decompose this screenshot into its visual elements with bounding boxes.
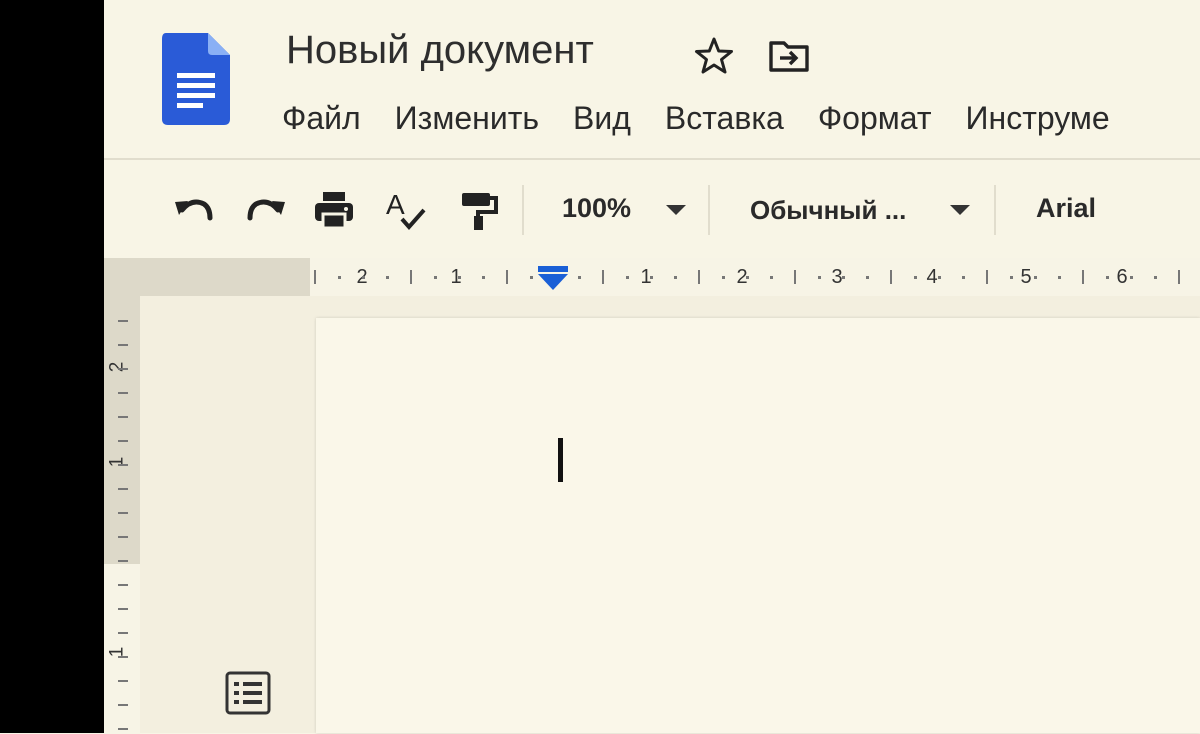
ruler-tick (118, 440, 128, 442)
ruler-tick (842, 276, 845, 279)
ruler-tick (118, 680, 128, 682)
ruler-tick (118, 464, 128, 466)
ruler-tick (1082, 270, 1084, 284)
ruler-tick (118, 560, 128, 562)
print-icon[interactable] (312, 188, 356, 232)
menu-view[interactable]: Вид (573, 100, 631, 137)
ruler-tick (1178, 270, 1180, 284)
left-black-border (0, 0, 104, 733)
ruler-tick (770, 276, 773, 279)
ruler-tick (118, 488, 128, 490)
move-to-folder-icon[interactable] (768, 38, 810, 74)
paint-format-icon[interactable] (456, 188, 500, 232)
menu-insert[interactable]: Вставка (665, 100, 784, 137)
menu-format[interactable]: Формат (818, 100, 932, 137)
ruler-tick (118, 584, 128, 586)
docs-logo-icon[interactable] (162, 33, 230, 125)
ruler-tick (1154, 276, 1157, 279)
toolbar-divider (994, 185, 996, 235)
ruler-label: 2 (106, 361, 128, 373)
spellcheck-icon[interactable]: A (384, 188, 428, 232)
ruler-tick (962, 276, 965, 279)
ruler-tick (986, 270, 988, 284)
style-dropdown-arrow-icon[interactable] (950, 205, 970, 215)
ruler-tick (818, 276, 821, 279)
ruler-tick (482, 276, 485, 279)
ruler-tick (314, 270, 316, 284)
ruler-tick (578, 276, 581, 279)
ruler-tick (118, 656, 128, 658)
indent-marker-icon[interactable] (536, 264, 570, 294)
menu-file[interactable]: Файл (282, 100, 361, 137)
paragraph-style-select[interactable]: Обычный ... (750, 195, 906, 226)
ruler-tick (746, 276, 749, 279)
ruler-tick (118, 536, 128, 538)
docs-app-window: Новый документ Файл Изменить Вид Вставка Фор… (104, 0, 1200, 734)
ruler-tick (118, 728, 128, 730)
ruler-tick (1130, 276, 1133, 279)
ruler-tick (410, 270, 412, 284)
ruler-tick (118, 392, 128, 394)
header-divider (104, 158, 1200, 160)
ruler-tick (938, 276, 941, 279)
toolbar-divider (522, 185, 524, 235)
ruler-tick (458, 276, 461, 279)
ruler-tick (118, 320, 128, 322)
redo-icon[interactable] (244, 188, 288, 232)
zoom-select[interactable]: 100% (562, 193, 631, 224)
ruler-tick (698, 270, 700, 284)
ruler-page-area (310, 258, 1200, 296)
zoom-dropdown-arrow-icon[interactable] (666, 205, 686, 215)
undo-icon[interactable] (172, 188, 216, 232)
ruler-tick (118, 416, 128, 418)
ruler-tick (674, 276, 677, 279)
ruler-label: 6 (1116, 266, 1128, 288)
ruler-tick (650, 276, 653, 279)
toolbar-divider (708, 185, 710, 235)
ruler-tick (434, 276, 437, 279)
star-icon[interactable] (694, 36, 734, 76)
ruler-tick (362, 276, 365, 279)
ruler-tick (118, 512, 128, 514)
ruler-tick (1034, 276, 1037, 279)
text-cursor (558, 438, 563, 482)
ruler-tick (914, 276, 917, 279)
ruler-tick (794, 270, 796, 284)
horizontal-ruler[interactable]: 2 1 1 2 3 4 5 6 (104, 258, 1200, 296)
ruler-tick (506, 270, 508, 284)
ruler-tick (118, 632, 128, 634)
ruler-tick (118, 704, 128, 706)
menu-edit[interactable]: Изменить (395, 100, 539, 137)
font-select[interactable]: Arial (1036, 193, 1096, 224)
ruler-tick (118, 608, 128, 610)
ruler-label: 5 (1020, 266, 1032, 288)
ruler-tick (530, 276, 533, 279)
ruler-tick (722, 276, 725, 279)
menu-bar: Файл Изменить Вид Вставка Формат Инструме (282, 100, 1144, 137)
ruler-tick (118, 344, 128, 346)
vertical-ruler[interactable]: 2 1 1 (104, 296, 140, 734)
ruler-tick (866, 276, 869, 279)
ruler-tick (1106, 276, 1109, 279)
ruler-tick (338, 276, 341, 279)
document-outline-icon[interactable] (224, 670, 272, 716)
document-title[interactable]: Новый документ (286, 28, 594, 73)
ruler-tick (118, 368, 128, 370)
ruler-tick (1058, 276, 1061, 279)
ruler-tick (626, 276, 629, 279)
ruler-tick (890, 270, 892, 284)
svg-text:A: A (386, 189, 405, 220)
document-page[interactable] (316, 318, 1200, 733)
ruler-tick (386, 276, 389, 279)
ruler-label: 3 (831, 266, 843, 288)
ruler-tick (1010, 276, 1013, 279)
ruler-label: 4 (926, 266, 938, 288)
ruler-tick (602, 270, 604, 284)
menu-tools[interactable]: Инструме (966, 100, 1110, 137)
